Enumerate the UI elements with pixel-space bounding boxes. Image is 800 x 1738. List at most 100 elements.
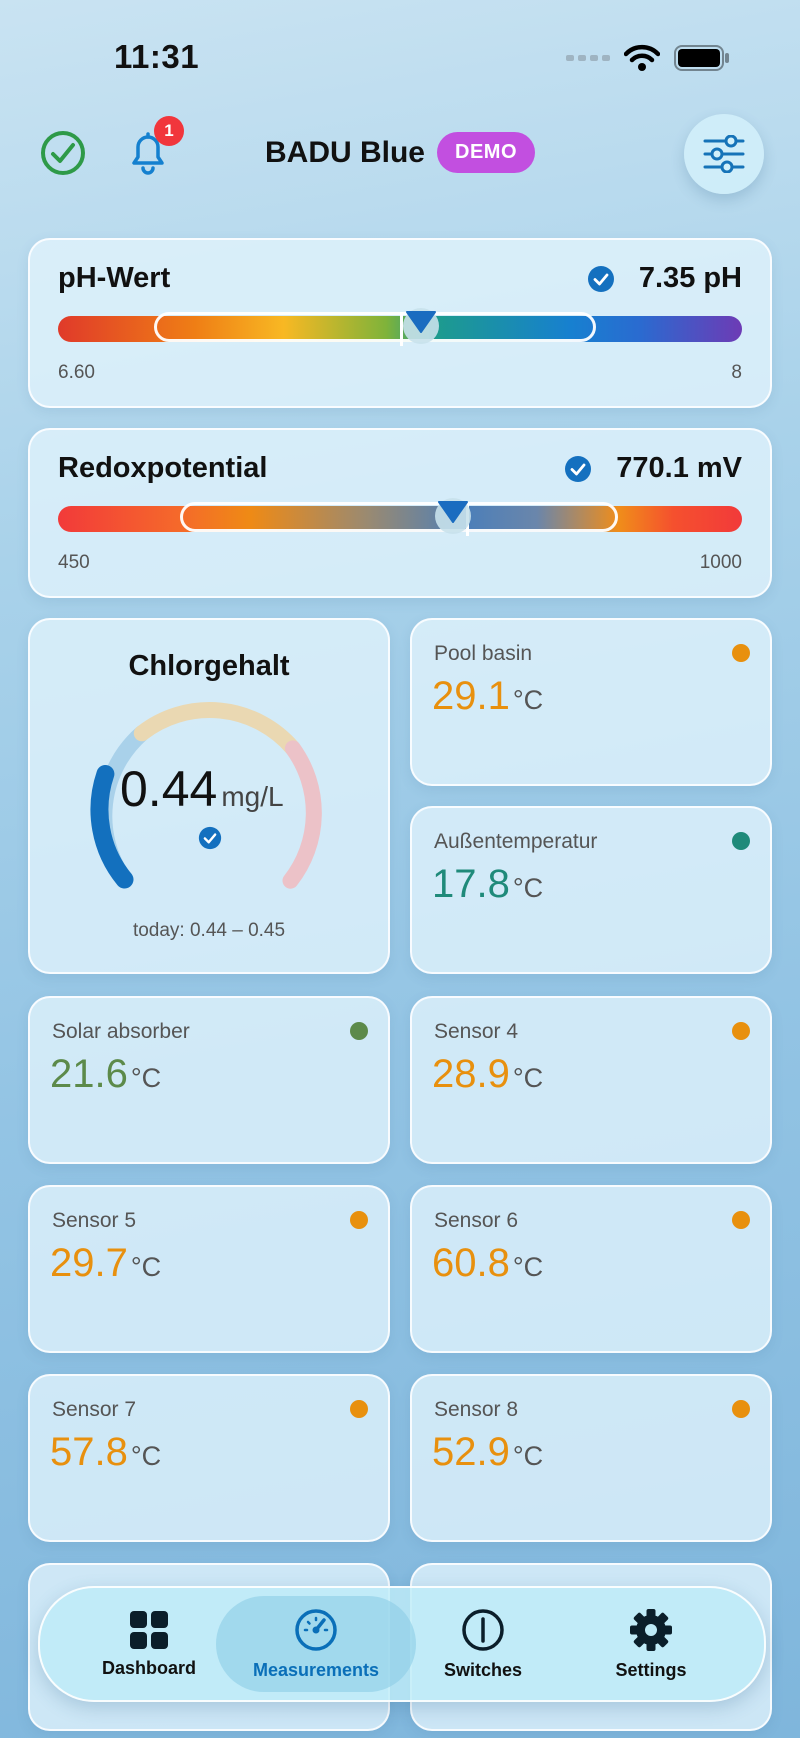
sensor-reading: 52.9 °C — [432, 1430, 543, 1475]
check-circle-icon — [587, 265, 614, 292]
chlor-card[interactable]: Chlorgehalt 0.44 mg/L today: 0.44 – 0.45 — [28, 618, 390, 974]
app-header: BADU Blue DEMO — [0, 132, 800, 173]
cellular-icon — [566, 55, 610, 61]
sensor-label: Sensor 5 — [52, 1209, 137, 1232]
ph-value-display: 7.35 pH — [587, 262, 742, 295]
sensor-card-sensor-7[interactable]: Sensor 7 57.8 °C — [28, 1374, 390, 1542]
sensor-reading: 17.8 °C — [432, 862, 543, 907]
sensor-reading: 21.6 °C — [50, 1052, 161, 1097]
tab-label: Measurements — [252, 1659, 380, 1680]
tab-dashboard[interactable]: Dashboard — [74, 1588, 224, 1700]
sensor-unit: °C — [512, 1063, 544, 1093]
sensor-reading: 28.9 °C — [432, 1052, 543, 1097]
sensor-label: Sensor 7 — [52, 1398, 137, 1421]
sensor-unit: °C — [130, 1441, 162, 1471]
redox-max-label: 1000 — [699, 552, 742, 573]
tab-switches[interactable]: Switches — [408, 1588, 558, 1700]
redox-min-label: 450 — [58, 552, 90, 573]
tab-bar: Dashboard Measurements Switches Settings — [38, 1586, 766, 1702]
ph-max-label: 8 — [731, 362, 742, 383]
sensor-unit: °C — [512, 873, 544, 903]
sensor-value: 17.8 — [432, 862, 510, 906]
sensor-value: 52.9 — [432, 1430, 510, 1474]
ph-min-label: 6.60 — [58, 362, 95, 383]
sensor-unit: °C — [130, 1252, 162, 1282]
sensor-label: Sensor 4 — [434, 1020, 519, 1043]
sensor-card-sensor-6[interactable]: Sensor 6 60.8 °C — [410, 1185, 772, 1353]
power-icon — [462, 1608, 504, 1651]
sensor-unit: °C — [130, 1063, 162, 1093]
chlor-today-range: today: 0.44 – 0.45 — [132, 920, 286, 941]
ph-title: pH-Wert — [58, 262, 171, 294]
sensor-card-aussentemperatur[interactable]: Außentemperatur 17.8 °C — [410, 806, 772, 974]
battery-icon — [674, 45, 729, 71]
grid-icon — [130, 1610, 168, 1649]
sensor-unit: °C — [512, 1252, 544, 1282]
ph-scale-bar — [58, 308, 742, 346]
chlor-title: Chlorgehalt — [128, 650, 290, 682]
sensor-reading: 57.8 °C — [50, 1430, 161, 1475]
sensor-reading: 29.1 °C — [432, 674, 543, 719]
status-dot — [732, 1400, 750, 1418]
sensor-card-sensor-8[interactable]: Sensor 8 52.9 °C — [410, 1374, 772, 1542]
wifi-icon — [624, 44, 660, 71]
sensor-card-sensor-5[interactable]: Sensor 5 29.7 °C — [28, 1185, 390, 1353]
tab-label: Switches — [443, 1659, 523, 1680]
gear-icon — [630, 1608, 672, 1651]
check-circle-icon — [565, 455, 592, 482]
status-dot — [732, 1022, 750, 1040]
redox-target-range — [180, 502, 618, 532]
redox-card[interactable]: Redoxpotential 770.1 mV 450 1000 — [28, 428, 772, 598]
sensor-value: 21.6 — [50, 1052, 128, 1096]
sensor-card-sensor-4[interactable]: Sensor 4 28.9 °C — [410, 996, 772, 1164]
sensor-label: Sensor 8 — [434, 1398, 519, 1421]
status-dot — [350, 1400, 368, 1418]
status-dot — [350, 1022, 368, 1040]
tab-label: Settings — [615, 1659, 687, 1680]
sensor-value: 60.8 — [432, 1241, 510, 1285]
chlor-value-display: 0.44 mg/L — [120, 760, 284, 818]
sensor-value: 28.9 — [432, 1052, 510, 1096]
ph-card[interactable]: pH-Wert 7.35 pH 6.60 8 — [28, 238, 772, 408]
sensor-value: 57.8 — [50, 1430, 128, 1474]
status-dot — [732, 644, 750, 662]
sensor-value: 29.7 — [50, 1241, 128, 1285]
demo-badge: DEMO — [437, 132, 535, 173]
tab-label: Dashboard — [101, 1657, 197, 1678]
redox-unit: mV — [696, 452, 742, 484]
status-icons — [566, 44, 730, 72]
sensor-reading: 60.8 °C — [432, 1241, 543, 1286]
gauge-icon — [295, 1608, 337, 1651]
status-dot — [350, 1211, 368, 1229]
chlor-value: 0.44 — [120, 761, 218, 817]
ph-unit: pH — [703, 262, 742, 294]
ph-target-range — [154, 312, 596, 342]
chlor-unit: mg/L — [221, 781, 284, 812]
sensor-reading: 29.7 °C — [50, 1241, 161, 1286]
sensor-unit: °C — [512, 685, 544, 715]
sensor-value: 29.1 — [432, 674, 510, 718]
status-dot — [732, 832, 750, 850]
page-title: BADU Blue — [264, 135, 425, 169]
sensor-label: Sensor 6 — [434, 1209, 519, 1232]
tab-settings[interactable]: Settings — [576, 1588, 726, 1700]
redox-title: Redoxpotential — [58, 452, 268, 484]
redox-value: 770.1 — [616, 452, 689, 484]
sensor-unit: °C — [512, 1441, 544, 1471]
tab-measurements[interactable]: Measurements — [216, 1596, 416, 1692]
status-dot — [732, 1211, 750, 1229]
sensor-label: Pool basin — [434, 642, 533, 665]
status-time: 11:31 — [114, 38, 200, 75]
filter-settings-button[interactable] — [684, 114, 764, 194]
redox-marker-icon[interactable] — [430, 494, 476, 538]
ph-value: 7.35 — [638, 262, 696, 294]
check-circle-icon — [198, 826, 222, 850]
sensor-label: Solar absorber — [52, 1020, 190, 1043]
sensor-label: Außentemperatur — [434, 830, 598, 853]
sliders-icon — [703, 135, 745, 173]
sensor-card-pool-basin[interactable]: Pool basin 29.1 °C — [410, 618, 772, 786]
redox-value-display: 770.1 mV — [564, 452, 742, 485]
ph-marker-icon[interactable] — [398, 304, 444, 348]
sensor-card-solar-absorber[interactable]: Solar absorber 21.6 °C — [28, 996, 390, 1164]
redox-scale-bar — [58, 498, 742, 536]
